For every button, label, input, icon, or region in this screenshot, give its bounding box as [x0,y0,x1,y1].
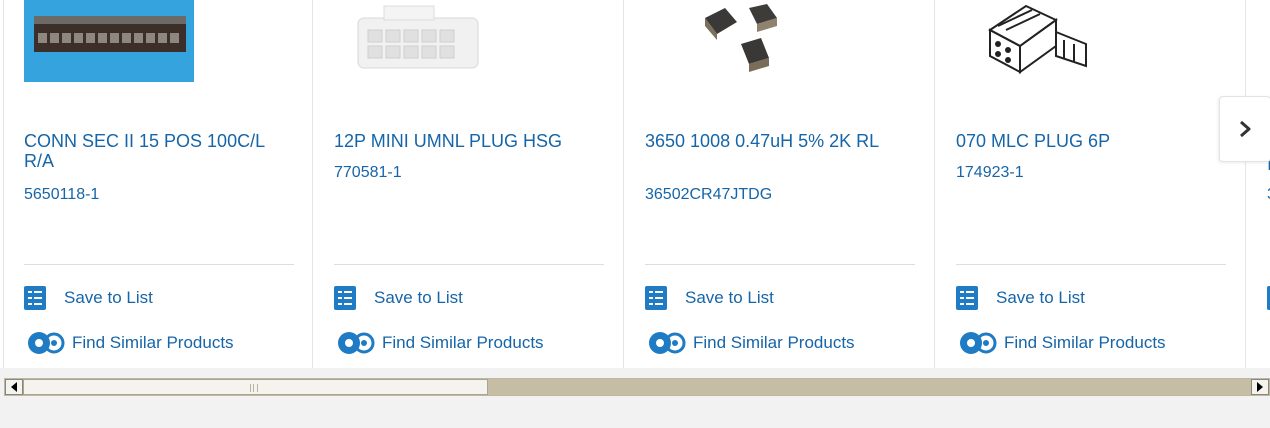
mlc-plug-image [956,0,1126,82]
product-card: 12P MINI UMNL PLUG HSG 770581-1 Save to … [314,0,624,368]
checklist-icon [956,286,978,310]
scroll-left-button[interactable] [5,379,23,395]
product-image[interactable] [334,0,504,82]
gears-icon [28,332,65,354]
save-to-list-label: Save to List [996,288,1085,307]
inductor-image [645,0,815,82]
product-title[interactable]: CONN SEC II 15 POS 100C/L R/A [24,131,274,171]
checklist-icon [24,286,46,310]
product-part-number[interactable]: 174923-1 [956,164,1024,182]
find-similar-products-button[interactable]: Find Similar Products [956,330,1166,356]
save-to-list-button[interactable]: Save to List [334,286,463,310]
product-image[interactable] [645,0,815,82]
product-part-number[interactable]: 770581-1 [334,164,402,182]
find-similar-label: Find Similar Products [72,333,234,352]
card-divider [334,264,604,265]
product-title[interactable]: 070 MLC PLUG 6P [956,131,1206,151]
product-card: 3650 1008 0.47uH 5% 2K RL 36502CR47JTDG … [625,0,935,368]
gears-icon [960,332,997,354]
product-title[interactable]: 3650 1008 0.47uH 5% 2K RL [645,131,895,151]
gears-icon [649,332,686,354]
product-card: 070 MLC PLUG 6P 174923-1 Save to List Fi… [936,0,1246,368]
carousel-next-button[interactable] [1219,96,1270,162]
card-divider [645,264,915,265]
arrow-left-icon [11,382,17,392]
checklist-icon [645,286,667,310]
edge-connector-image [24,0,194,82]
product-title[interactable]: 12P MINI UMNL PLUG HSG [334,131,584,151]
scroll-track[interactable] [23,379,1251,395]
gears-icon [338,332,375,354]
find-similar-products-button[interactable]: Find Similar Products [645,330,855,356]
card-divider [956,264,1226,265]
find-similar-label: Find Similar Products [1004,333,1166,352]
save-to-list-button[interactable]: Save to List [645,286,774,310]
card-divider [24,264,294,265]
product-image[interactable] [24,0,194,82]
find-similar-label: Find Similar Products [382,333,544,352]
scroll-thumb[interactable] [23,379,488,395]
scroll-grip-icon [250,384,258,392]
save-to-list-label: Save to List [374,288,463,307]
checklist-icon [334,286,356,310]
chevron-right-icon [1240,120,1251,138]
scroll-right-button[interactable] [1251,379,1269,395]
save-to-list-button[interactable]: Save to List [956,286,1085,310]
find-similar-products-button[interactable]: Find Similar Products [334,330,544,356]
save-to-list-label: Save to List [64,288,153,307]
plug-housing-image [334,0,504,82]
find-similar-label: Find Similar Products [693,333,855,352]
arrow-right-icon [1257,382,1263,392]
save-to-list-button[interactable]: Save to List [24,286,153,310]
product-part-number[interactable]: 36502CR47JTDG [645,186,772,204]
save-to-list-label: Save to List [685,288,774,307]
product-card-partial: I 3 [1247,0,1270,368]
horizontal-scrollbar[interactable] [4,378,1270,396]
find-similar-products-button[interactable]: Find Similar Products [24,330,234,356]
product-image[interactable] [956,0,1126,82]
product-carousel: CONN SEC II 15 POS 100C/L R/A 5650118-1 … [0,0,1270,368]
product-part-number[interactable]: 5650118-1 [24,186,99,204]
product-card: CONN SEC II 15 POS 100C/L R/A 5650118-1 … [3,0,313,368]
